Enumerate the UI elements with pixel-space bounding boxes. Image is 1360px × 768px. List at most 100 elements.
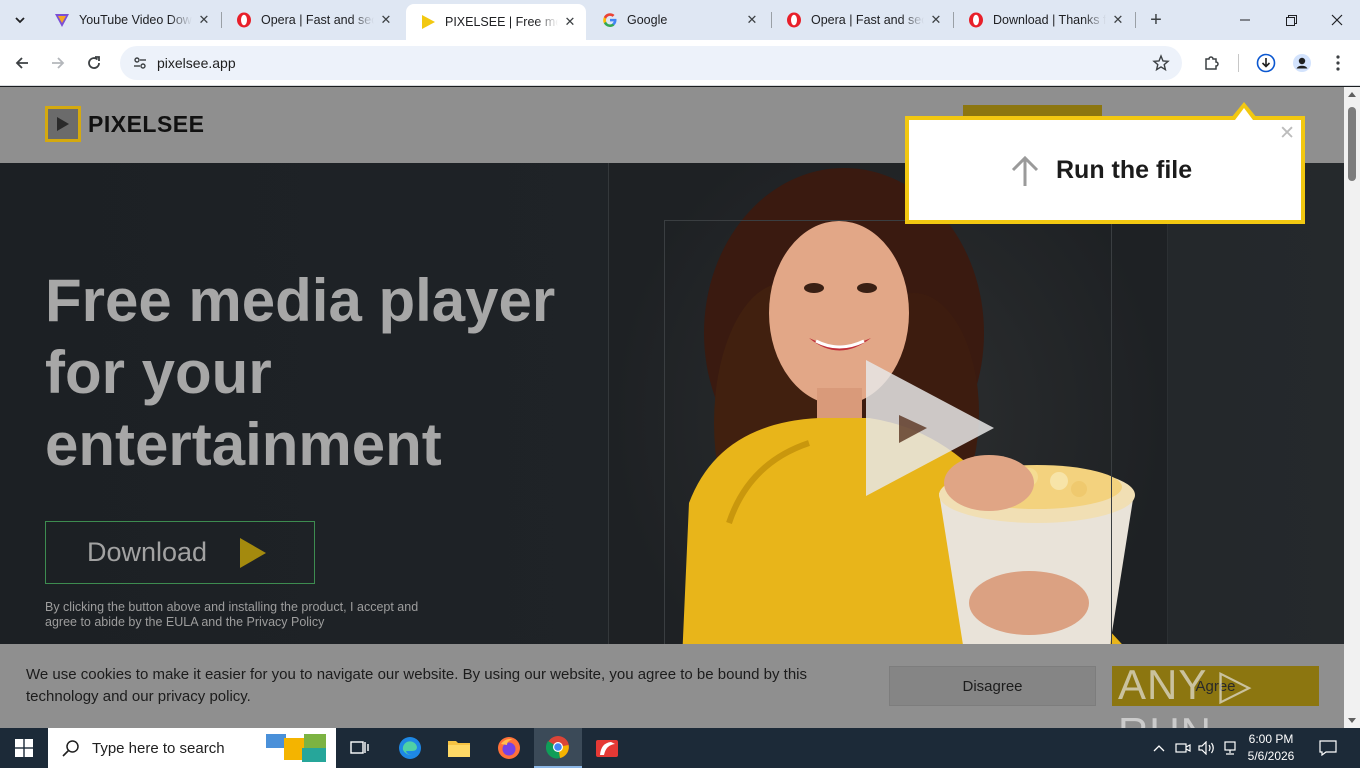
chrome-icon: [546, 736, 569, 759]
restore-button[interactable]: [1268, 0, 1314, 40]
tray-overflow-button[interactable]: [1150, 728, 1168, 768]
run-file-popup: ✕ Run the file: [905, 116, 1305, 224]
close-icon[interactable]: ✕: [562, 14, 578, 30]
bookmark-star-icon[interactable]: [1150, 52, 1172, 74]
logo-text: PIXELSEE: [88, 110, 205, 137]
opera-icon: [968, 12, 984, 28]
arrow-left-icon: [15, 57, 28, 69]
edge-taskbar-button[interactable]: [386, 728, 434, 768]
taskbar-search[interactable]: Type here to search: [48, 728, 336, 768]
disagree-button[interactable]: Disagree: [889, 666, 1096, 706]
tab-strip: YouTube Video Down ✕ Opera | Fast and se…: [0, 0, 1360, 40]
minimize-button[interactable]: [1222, 0, 1268, 40]
profile-button[interactable]: [1288, 49, 1316, 77]
site-info-icon[interactable]: [128, 51, 152, 75]
reload-button[interactable]: [80, 49, 108, 77]
tab-title: Opera | Fast and secu: [811, 13, 924, 27]
close-icon[interactable]: ✕: [928, 12, 944, 28]
page-scrollbar[interactable]: [1344, 87, 1360, 728]
google-icon: [602, 12, 618, 28]
cookie-text: We use cookies to make it easier for you…: [26, 666, 807, 705]
tab-separator: [1135, 12, 1136, 28]
file-explorer-button[interactable]: [435, 728, 483, 768]
start-button[interactable]: [0, 728, 48, 768]
more-vert-icon: [1336, 55, 1340, 71]
meet-now-button[interactable]: [1173, 728, 1193, 768]
close-icon[interactable]: ✕: [744, 12, 760, 28]
cookie-banner: We use cookies to make it easier for you…: [0, 644, 1344, 756]
close-icon[interactable]: ✕: [1110, 12, 1126, 28]
tab-opera-2[interactable]: Opera | Fast and secu ✕: [772, 0, 952, 40]
chevron-down-icon: [15, 17, 25, 24]
camera-icon: [1175, 743, 1191, 753]
popup-notch-inner: [1235, 108, 1253, 120]
scroll-down-icon[interactable]: [1348, 718, 1356, 723]
firefox-icon: [498, 737, 520, 759]
speaker-icon: [1198, 741, 1214, 755]
scroll-up-icon[interactable]: [1348, 92, 1356, 97]
tab-search-button[interactable]: [8, 8, 32, 32]
arrow-up-icon: [1011, 155, 1039, 186]
back-button[interactable]: [8, 49, 36, 77]
scroll-thumb[interactable]: [1348, 107, 1356, 181]
tab-pixelsee[interactable]: PIXELSEE | Free media ✕: [406, 4, 586, 40]
site-logo[interactable]: PIXELSEE: [45, 106, 204, 142]
task-view-icon: [350, 741, 369, 754]
close-icon: [1331, 14, 1343, 26]
minimize-icon: [1240, 19, 1250, 21]
download-icon: [1256, 53, 1276, 73]
notifications-button[interactable]: [1314, 728, 1342, 768]
clock-date: 5/6/2026: [1247, 749, 1295, 763]
red-app-icon: [596, 740, 618, 757]
play-icon: [45, 106, 81, 142]
search-icon: [62, 740, 79, 757]
taskbar-clock[interactable]: 6:00 PM 5/6/2026: [1236, 731, 1306, 765]
download-button[interactable]: Download: [45, 521, 315, 584]
clock-time: 6:00 PM: [1248, 732, 1294, 746]
puzzle-icon: [1205, 56, 1219, 70]
volume-button[interactable]: [1196, 728, 1218, 768]
play-icon: [240, 537, 267, 568]
close-window-button[interactable]: [1314, 0, 1360, 40]
popup-text: Run the file: [1056, 156, 1193, 184]
avatar-icon: [1293, 54, 1311, 72]
chevron-up-icon: [1153, 745, 1165, 752]
download-label: Download: [87, 537, 208, 567]
plus-icon: +: [1150, 8, 1162, 31]
task-view-button[interactable]: [336, 728, 384, 768]
tab-download-thanks[interactable]: Download | Thanks fo ✕: [954, 0, 1134, 40]
search-highlight-image: [266, 734, 326, 762]
restore-icon: [1285, 14, 1297, 26]
close-icon[interactable]: ✕: [1279, 122, 1295, 145]
extensions-button[interactable]: [1198, 49, 1226, 77]
eula-disclaimer: By clicking the button above and install…: [45, 600, 419, 629]
address-bar[interactable]: pixelsee.app: [120, 46, 1182, 80]
browser-toolbar: pixelsee.app: [0, 40, 1360, 86]
tab-title: Opera | Fast and secu: [261, 13, 374, 27]
opera-icon: [236, 12, 252, 28]
forward-button[interactable]: [44, 49, 72, 77]
edge-icon: [399, 737, 421, 759]
close-icon[interactable]: ✕: [196, 12, 212, 28]
notification-icon: [1319, 740, 1337, 756]
windows-icon: [15, 739, 33, 757]
close-icon[interactable]: ✕: [378, 12, 394, 28]
folder-icon: [448, 741, 470, 757]
app-taskbar-button[interactable]: [583, 728, 631, 768]
chrome-taskbar-button[interactable]: [534, 728, 582, 768]
taskbar: Type here to search 6:00 PM 5/6/2026: [0, 728, 1360, 768]
opera-icon: [786, 12, 802, 28]
tab-title: Download | Thanks fo: [993, 13, 1106, 27]
reload-icon: [88, 56, 100, 69]
url-text: pixelsee.app: [157, 55, 236, 71]
tab-youtube-downloader[interactable]: YouTube Video Down ✕: [40, 0, 220, 40]
toolbar-separator: [1238, 54, 1239, 72]
tab-title: Google: [627, 13, 668, 27]
firefox-taskbar-button[interactable]: [485, 728, 533, 768]
new-tab-button[interactable]: +: [1144, 8, 1168, 32]
downloads-button[interactable]: [1252, 49, 1280, 77]
tab-opera-1[interactable]: Opera | Fast and secu ✕: [222, 0, 402, 40]
tab-google[interactable]: Google ✕: [588, 0, 768, 40]
pixelsee-play-icon: [420, 14, 436, 30]
menu-button[interactable]: [1324, 49, 1352, 77]
